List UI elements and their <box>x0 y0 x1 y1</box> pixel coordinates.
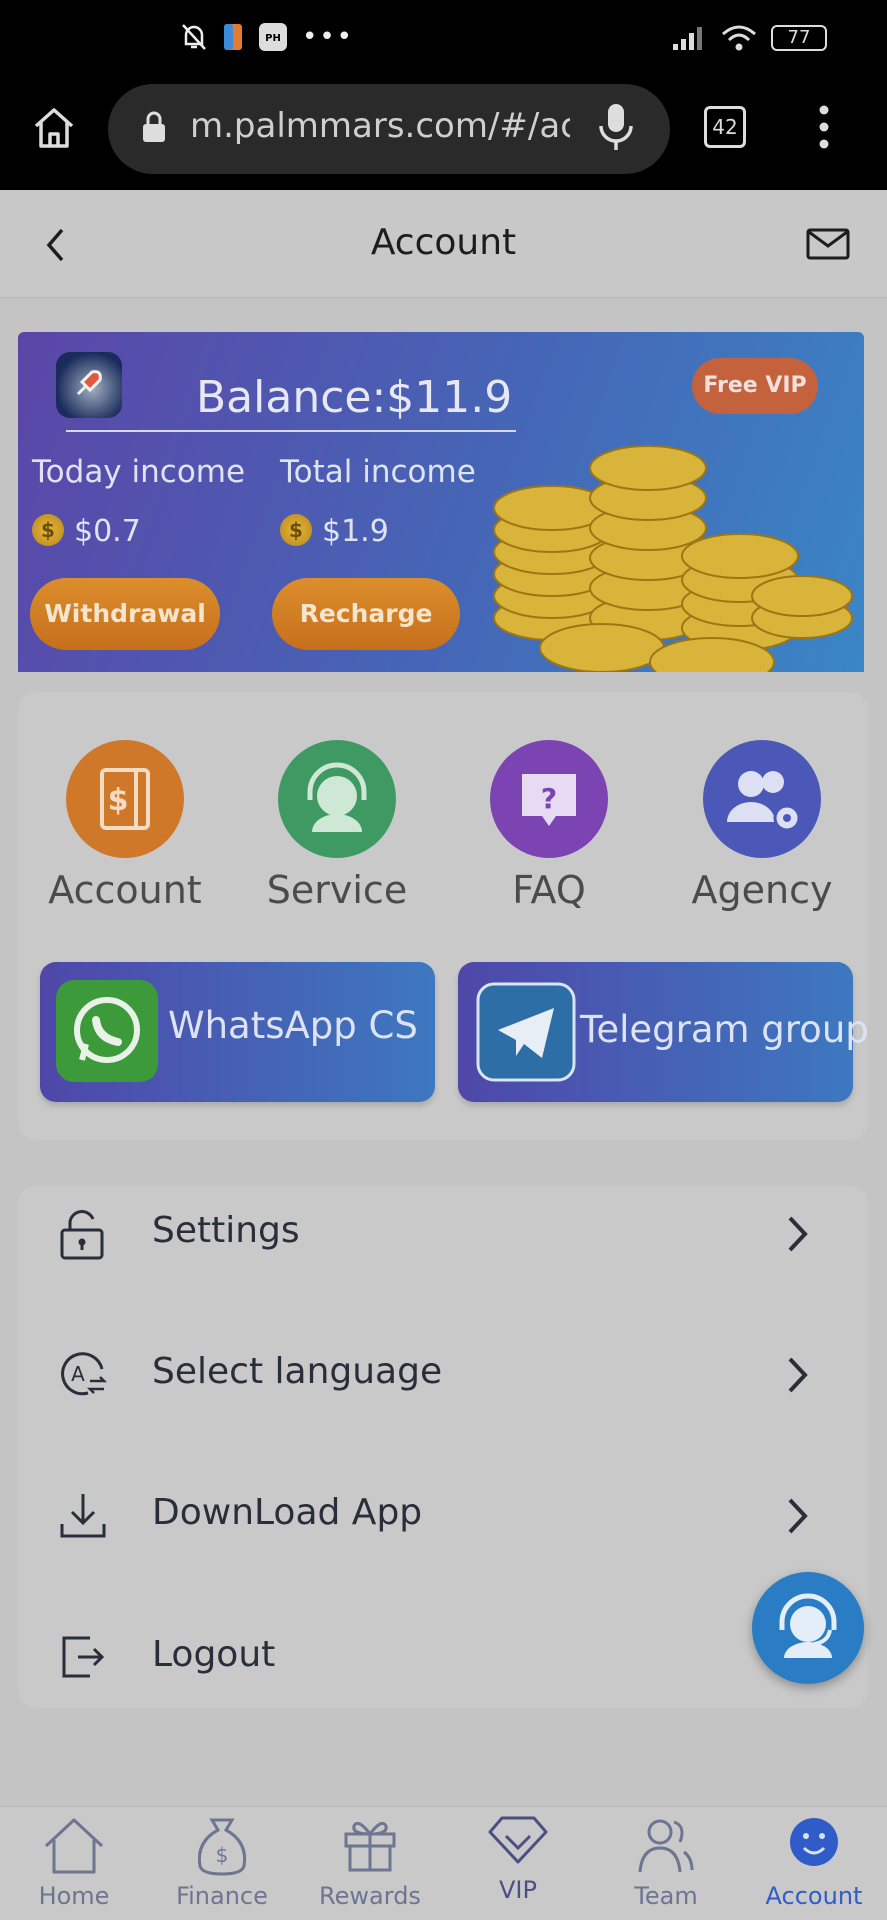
nav-label-vip: VIP <box>499 1876 537 1904</box>
bell-muted-icon <box>182 24 206 50</box>
home-icon <box>44 1818 104 1874</box>
quick-label-account[interactable]: Account <box>25 868 225 912</box>
svg-text:$: $ <box>216 1843 229 1867</box>
menu-item-download-app[interactable]: DownLoad App <box>18 1446 868 1586</box>
gold-coins-illustration <box>493 445 853 672</box>
menu-item-logout[interactable]: Logout <box>18 1588 868 1728</box>
logout-icon <box>62 1636 105 1678</box>
nav-label-home: Home <box>38 1882 110 1910</box>
menu-item-settings[interactable]: Settings <box>18 1164 868 1304</box>
microphone-icon[interactable] <box>596 102 636 154</box>
total-income-value: $1.9 <box>322 514 389 549</box>
menu-item-select-language[interactable]: A Select language <box>18 1305 868 1445</box>
question-bubble-icon: ? <box>522 774 576 826</box>
signal-icon <box>673 27 702 50</box>
headset-icon <box>307 762 367 832</box>
mail-icon[interactable] <box>806 228 850 260</box>
team-icon <box>638 1819 694 1873</box>
menu-label-settings: Settings <box>152 1210 300 1251</box>
nav-label-rewards: Rewards <box>319 1882 421 1910</box>
telegram-icon <box>476 982 576 1082</box>
nav-label-team: Team <box>634 1882 698 1910</box>
status-notification-icons: PH ••• <box>180 22 354 52</box>
wifi-icon <box>722 25 756 51</box>
translate-icon: A <box>61 1352 108 1396</box>
whatsapp-icon <box>56 980 158 1082</box>
ledger-icon: $ <box>100 768 150 830</box>
lock-secure-icon <box>143 111 165 142</box>
telegram-group-label[interactable]: Telegram group <box>580 1008 869 1051</box>
free-vip-badge[interactable]: Free VIP <box>692 358 818 414</box>
menu-label-select-language: Select language <box>152 1351 443 1392</box>
today-income-value: $0.7 <box>74 514 141 549</box>
browser-home-icon[interactable] <box>30 104 78 152</box>
money-bag-icon: $ <box>197 1818 247 1876</box>
status-system-icons: 77 <box>671 24 827 52</box>
smiley-icon <box>790 1818 838 1866</box>
chevron-right-icon <box>788 1216 808 1252</box>
download-icon <box>60 1494 106 1538</box>
today-income-label: Today income <box>32 454 246 490</box>
coin-icon: $ <box>32 514 64 546</box>
page-title: Account <box>370 222 517 263</box>
rocket-icon <box>76 370 102 396</box>
quick-label-faq[interactable]: FAQ <box>449 868 649 912</box>
withdrawal-button[interactable]: Withdrawal <box>30 578 220 650</box>
service-button[interactable] <box>278 740 396 858</box>
svg-text:A: A <box>71 1362 85 1386</box>
tab-switcher-button[interactable]: 42 <box>704 106 746 148</box>
gift-icon <box>344 1821 396 1872</box>
quick-label-service[interactable]: Service <box>237 868 437 912</box>
chevron-right-icon <box>788 1357 808 1393</box>
coin-icon: $ <box>280 514 312 546</box>
diamond-icon <box>488 1816 548 1864</box>
more-notifications-icon: ••• <box>302 22 355 52</box>
balance-amount: Balance:$11.9 <box>196 372 513 423</box>
quick-label-agency[interactable]: Agency <box>662 868 862 912</box>
chevron-right-icon <box>788 1498 808 1534</box>
users-icon <box>727 771 801 832</box>
svg-text:PH: PH <box>265 33 281 44</box>
lock-icon <box>60 1210 104 1260</box>
url-text[interactable]: m.palmmars.com/#/ac <box>190 106 570 146</box>
nav-label-finance: Finance <box>176 1882 268 1910</box>
balance-underline <box>66 430 516 432</box>
news-app-icon: PH <box>259 23 287 51</box>
faq-button[interactable]: ? <box>490 740 608 858</box>
svg-text:?: ? <box>541 782 557 815</box>
support-agent-icon <box>779 1593 837 1658</box>
whatsapp-cs-label[interactable]: WhatsApp CS <box>168 1004 418 1047</box>
nav-label-account: Account <box>765 1882 863 1910</box>
app-notification-icon <box>224 24 242 50</box>
battery-indicator: 77 <box>771 25 827 51</box>
customer-service-fab[interactable] <box>752 1572 864 1684</box>
nav-home[interactable]: Home <box>0 1812 148 1916</box>
recharge-button[interactable]: Recharge <box>272 578 460 650</box>
account-ledger-button[interactable]: $ <box>66 740 184 858</box>
nav-vip[interactable]: VIP <box>444 1812 592 1916</box>
total-income-label: Total income <box>280 454 476 490</box>
status-time: 1:04 PM <box>62 22 190 55</box>
nav-account[interactable]: Account <box>740 1812 887 1916</box>
nav-rewards[interactable]: Rewards <box>296 1812 444 1916</box>
menu-label-download-app: DownLoad App <box>152 1492 423 1533</box>
menu-label-logout: Logout <box>152 1634 276 1675</box>
nav-team[interactable]: Team <box>592 1812 740 1916</box>
agency-button[interactable] <box>703 740 821 858</box>
nav-finance[interactable]: $ Finance <box>148 1812 296 1916</box>
browser-menu-icon[interactable] <box>814 104 834 150</box>
svg-text:$: $ <box>108 783 129 818</box>
